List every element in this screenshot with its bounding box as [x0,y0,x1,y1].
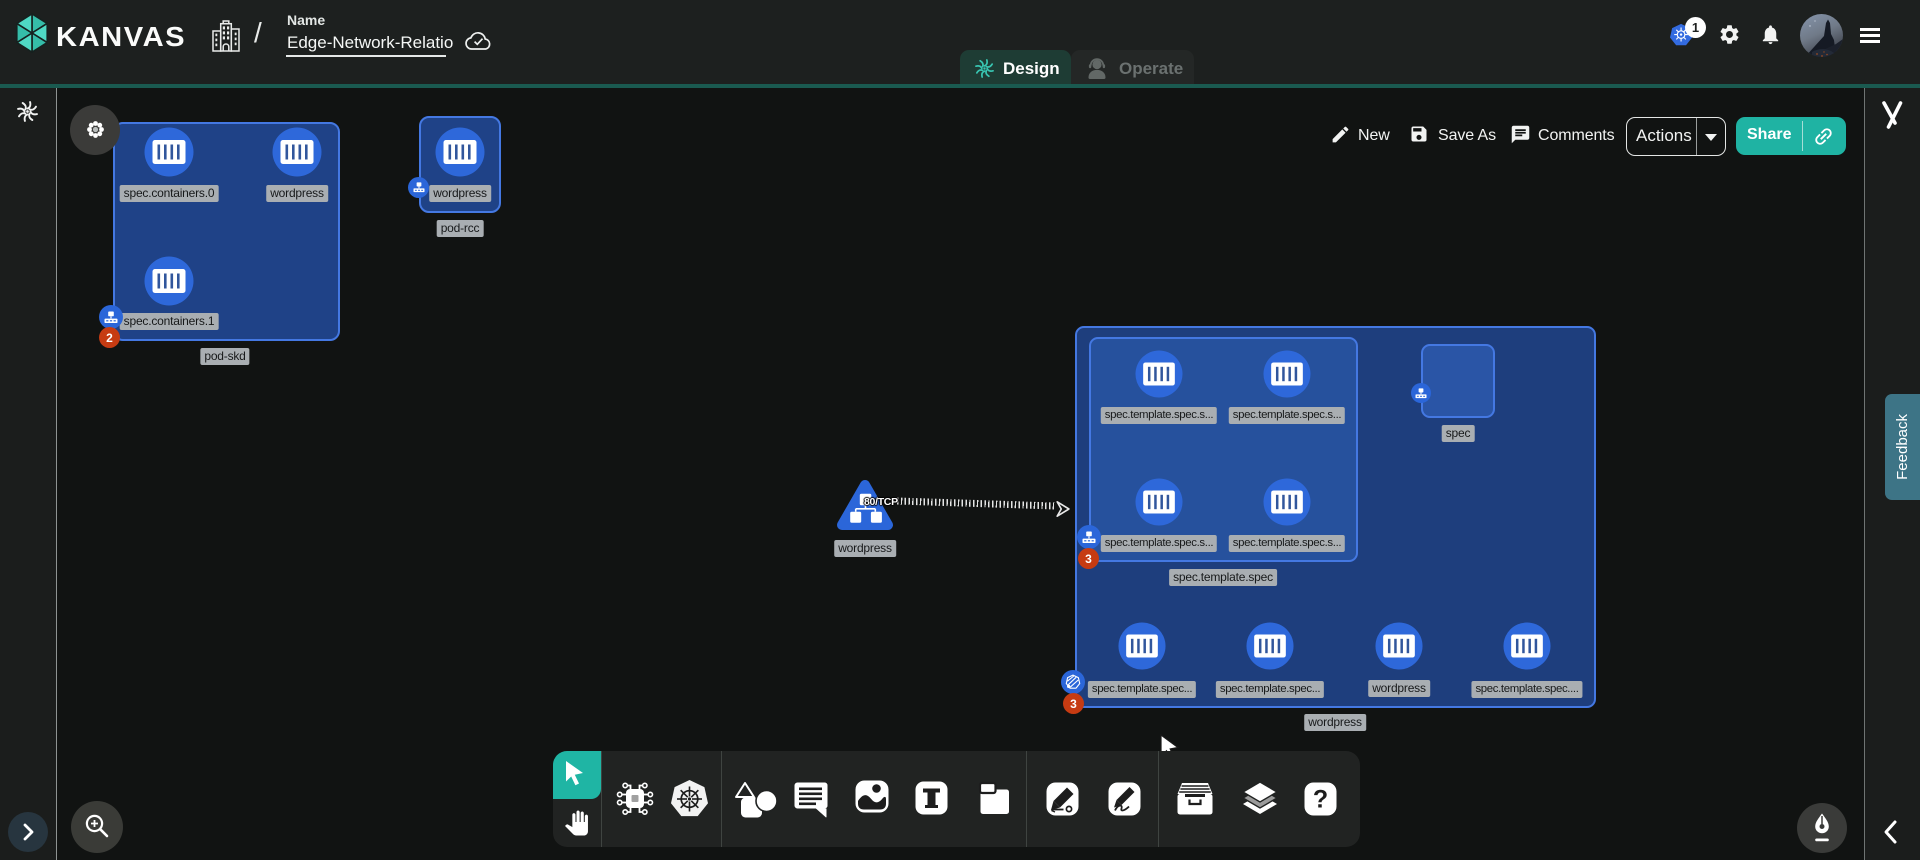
svg-text:?: ? [1313,786,1328,814]
